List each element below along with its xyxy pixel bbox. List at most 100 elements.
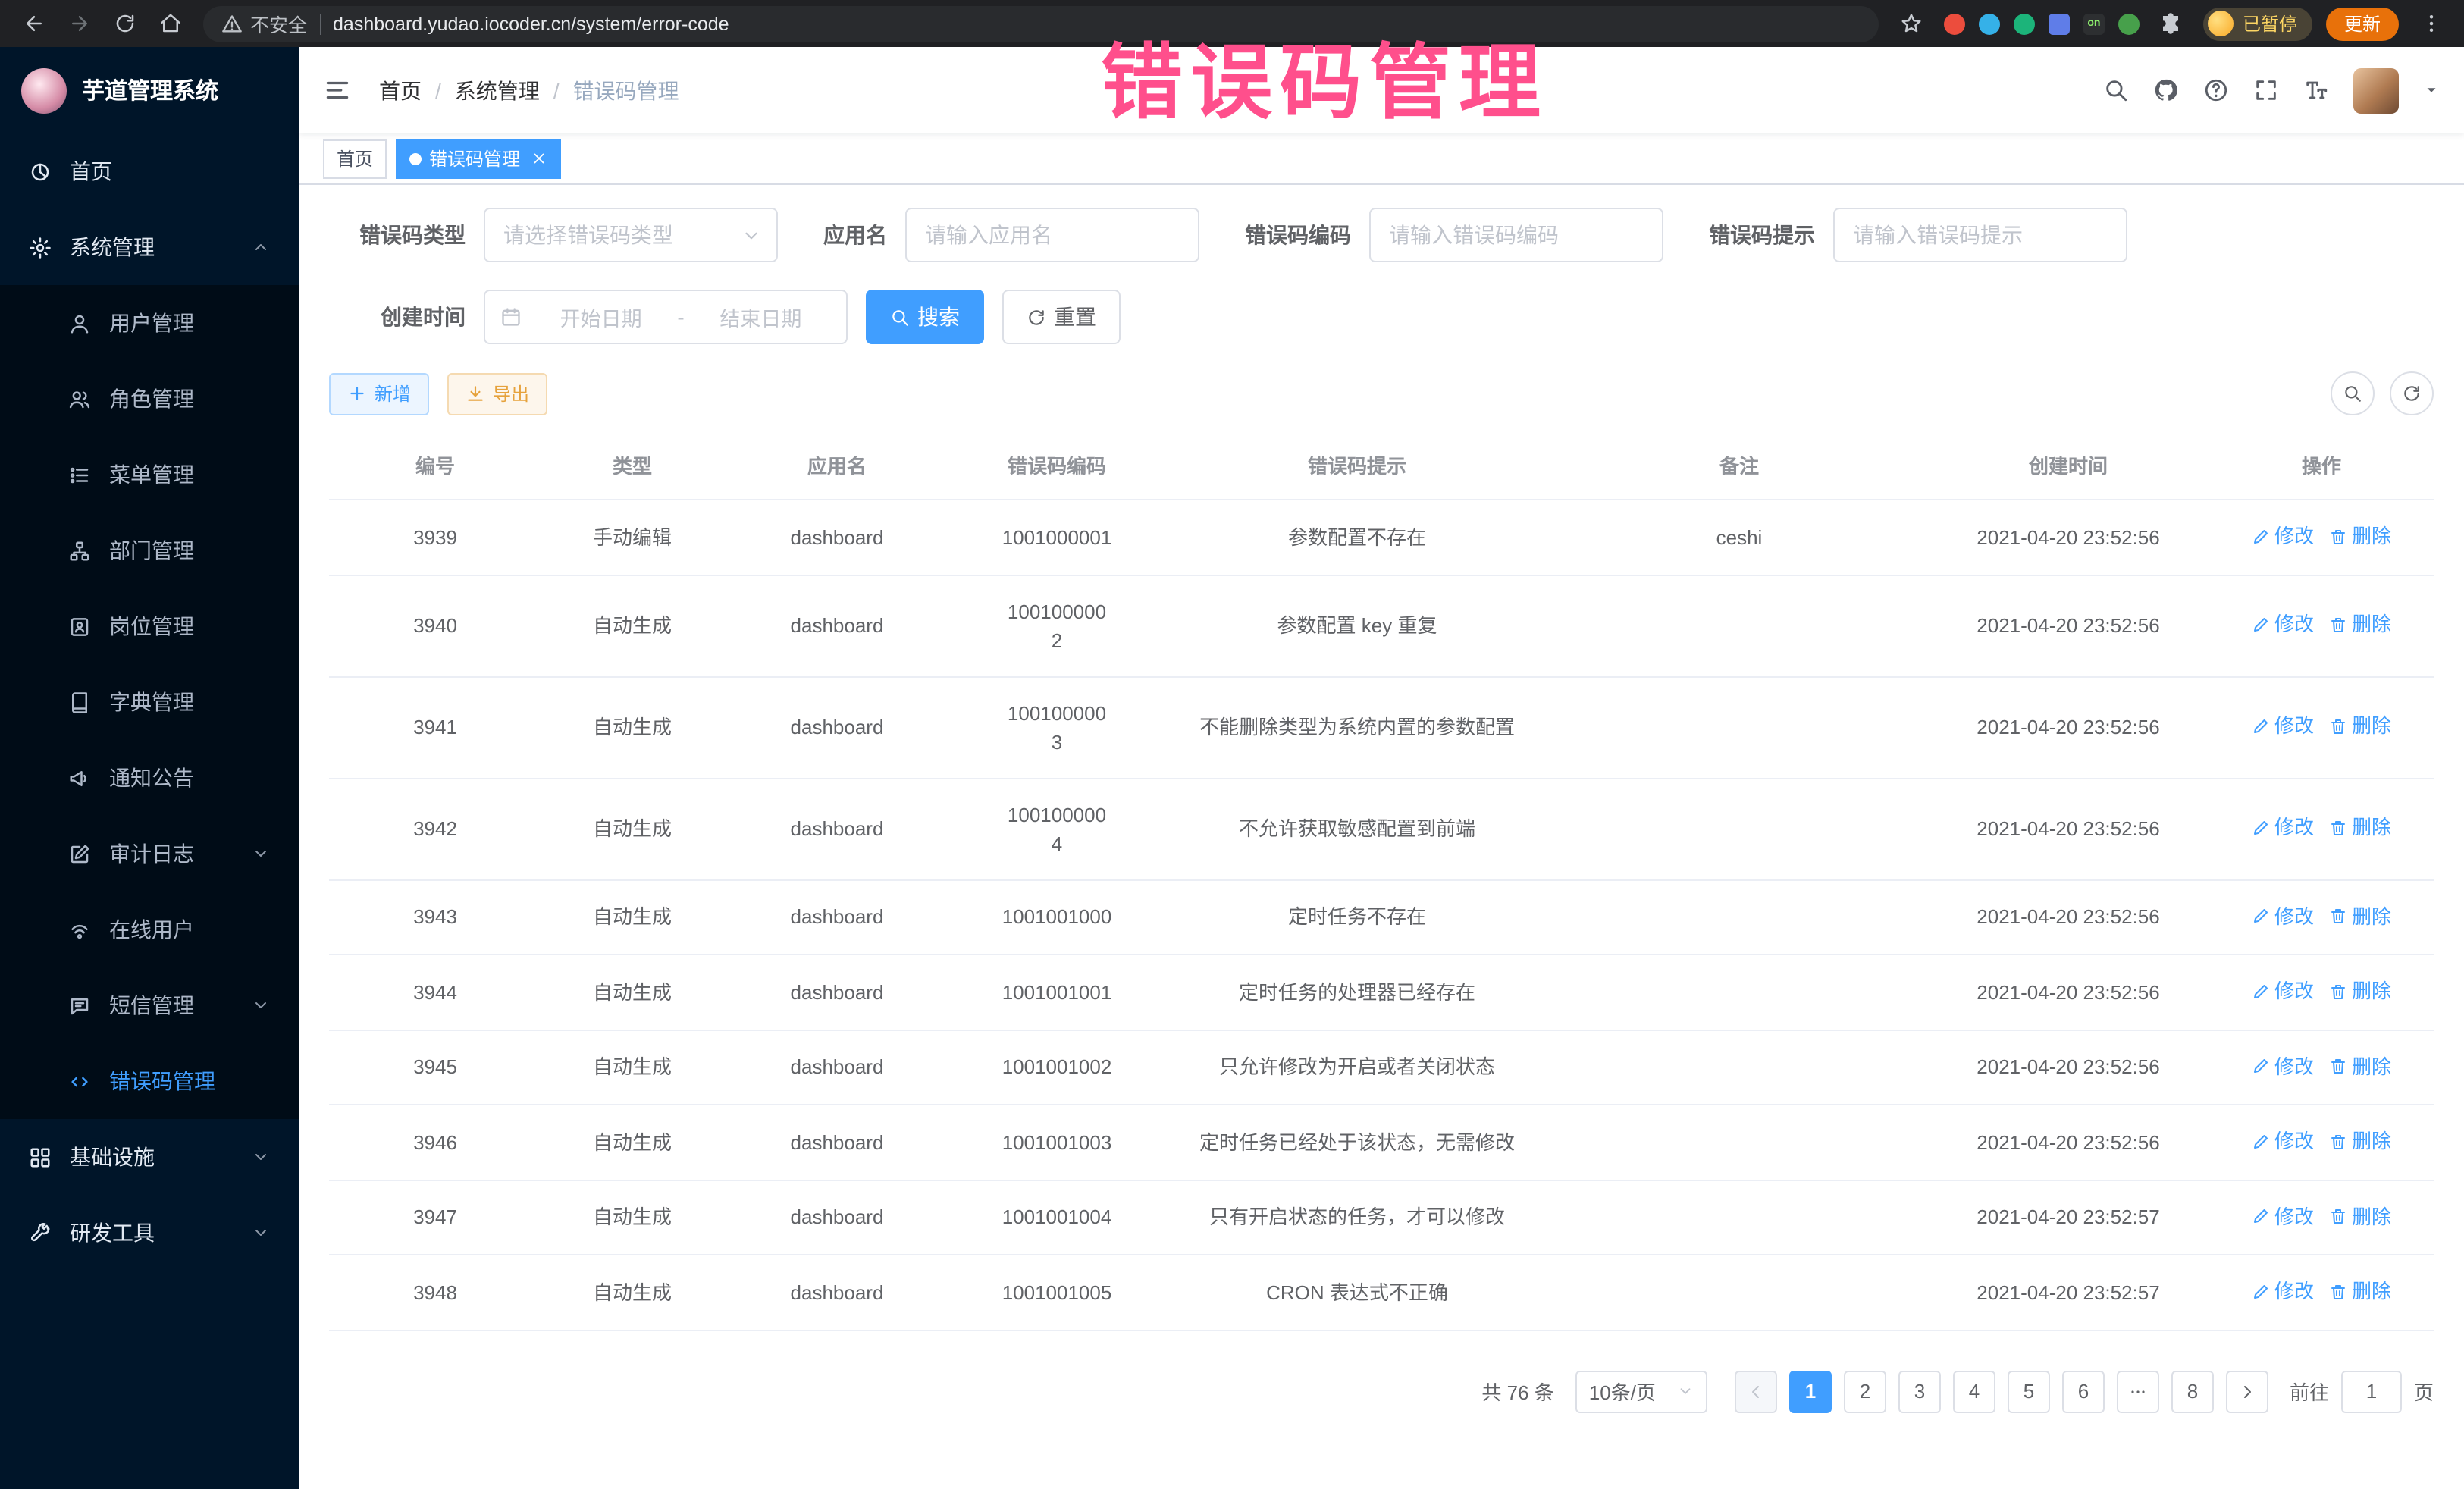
prev-page-button[interactable] bbox=[1735, 1370, 1777, 1412]
edit-link[interactable]: 修改 bbox=[2252, 1277, 2314, 1306]
table-row: 3943自动生成dashboard1001001000定时任务不存在2021-0… bbox=[329, 879, 2434, 955]
delete-link[interactable]: 删除 bbox=[2329, 1127, 2391, 1155]
edit-link[interactable]: 修改 bbox=[2252, 712, 2314, 741]
edit-link[interactable]: 修改 bbox=[2252, 1127, 2314, 1155]
sidebar-item-user-management[interactable]: 用户管理 bbox=[0, 285, 299, 361]
extension-red-circle[interactable] bbox=[1944, 13, 1965, 34]
page-button-6[interactable]: 6 bbox=[2062, 1370, 2105, 1412]
page-button-5[interactable]: 5 bbox=[2008, 1370, 2050, 1412]
sidebar-item-infrastructure[interactable]: 基础设施 bbox=[0, 1119, 299, 1195]
delete-link[interactable]: 删除 bbox=[2329, 813, 2391, 842]
sidebar-item-dept-management[interactable]: 部门管理 bbox=[0, 513, 299, 588]
pager-ellipsis[interactable] bbox=[2117, 1370, 2159, 1412]
extension-green-check-circle[interactable] bbox=[2014, 13, 2035, 34]
extension-on-badge[interactable]: on bbox=[2083, 13, 2105, 34]
delete-link[interactable]: 删除 bbox=[2329, 1202, 2391, 1230]
create-time-range-picker[interactable]: 开始日期 - 结束日期 bbox=[484, 290, 848, 344]
delete-link[interactable]: 删除 bbox=[2329, 901, 2391, 930]
app-title: 芋道管理系统 bbox=[82, 74, 218, 106]
page-size-select[interactable]: 10条/页 bbox=[1575, 1370, 1707, 1412]
goto-page-input[interactable] bbox=[2341, 1370, 2402, 1412]
edit-link[interactable]: 修改 bbox=[2252, 813, 2314, 842]
extension-blue-grid[interactable] bbox=[2049, 13, 2070, 34]
sidebar-item-sms-management[interactable]: 短信管理 bbox=[0, 967, 299, 1043]
search-button[interactable]: 搜索 bbox=[866, 290, 984, 344]
sidebar-item-dict-management[interactable]: 字典管理 bbox=[0, 664, 299, 740]
back-icon[interactable] bbox=[15, 5, 52, 42]
tab-label: 首页 bbox=[337, 146, 373, 171]
sidebar-item-system-management[interactable]: 系统管理 bbox=[0, 209, 299, 285]
sidebar-item-home[interactable]: 首页 bbox=[0, 133, 299, 209]
cell-actions: 修改删除 bbox=[2209, 1255, 2434, 1330]
cell-time: 2021-04-20 23:52:56 bbox=[1927, 955, 2209, 1030]
page-button-2[interactable]: 2 bbox=[1844, 1370, 1886, 1412]
delete-link[interactable]: 删除 bbox=[2329, 712, 2391, 741]
extensions-puzzle-icon[interactable] bbox=[2153, 5, 2190, 42]
page-button-1[interactable]: 1 bbox=[1789, 1370, 1832, 1412]
fullscreen-icon[interactable] bbox=[2253, 77, 2279, 103]
user-avatar[interactable] bbox=[2353, 67, 2399, 113]
error-type-select[interactable]: 请选择错误码类型 bbox=[484, 208, 778, 262]
delete-link[interactable]: 删除 bbox=[2329, 1277, 2391, 1306]
delete-link[interactable]: 删除 bbox=[2329, 1052, 2391, 1080]
sidebar-item-post-management[interactable]: 岗位管理 bbox=[0, 588, 299, 664]
app-name-input[interactable] bbox=[905, 208, 1199, 262]
tab-home[interactable]: 首页 bbox=[323, 139, 387, 178]
breadcrumb-item[interactable]: 首页 bbox=[379, 75, 422, 105]
tab-error-code-management[interactable]: 错误码管理 bbox=[396, 139, 561, 178]
header-search-icon[interactable] bbox=[2103, 77, 2129, 103]
font-size-icon[interactable] bbox=[2303, 77, 2329, 103]
add-button[interactable]: 新增 bbox=[329, 372, 429, 415]
error-hint-input[interactable] bbox=[1833, 208, 2127, 262]
chrome-menu-icon[interactable] bbox=[2412, 5, 2449, 42]
github-icon[interactable] bbox=[2153, 77, 2179, 103]
delete-icon bbox=[2329, 1207, 2347, 1225]
delete-icon bbox=[2329, 717, 2347, 735]
delete-link[interactable]: 删除 bbox=[2329, 610, 2391, 639]
toggle-search-button[interactable] bbox=[2331, 371, 2375, 415]
reset-button[interactable]: 重置 bbox=[1002, 290, 1121, 344]
edit-link[interactable]: 修改 bbox=[2252, 522, 2314, 550]
delete-icon bbox=[2329, 907, 2347, 925]
page-button-8[interactable]: 8 bbox=[2171, 1370, 2214, 1412]
edit-label: 修改 bbox=[2274, 610, 2314, 639]
sidebar-item-role-management[interactable]: 角色管理 bbox=[0, 361, 299, 437]
export-button[interactable]: 导出 bbox=[447, 372, 547, 415]
extension-green-leaf[interactable] bbox=[2118, 13, 2140, 34]
edit-link[interactable]: 修改 bbox=[2252, 976, 2314, 1005]
home-icon[interactable] bbox=[152, 5, 188, 42]
edit-link[interactable]: 修改 bbox=[2252, 1052, 2314, 1080]
error-code-input[interactable] bbox=[1369, 208, 1663, 262]
address-bar[interactable]: 不安全 dashboard.yudao.iocoder.cn/system/er… bbox=[203, 5, 1879, 42]
avatar-caret-down-icon[interactable] bbox=[2423, 82, 2440, 99]
bookmark-star-icon[interactable] bbox=[1894, 5, 1930, 42]
chevron-down-icon bbox=[252, 1148, 270, 1166]
edit-link[interactable]: 修改 bbox=[2252, 1202, 2314, 1230]
next-page-button[interactable] bbox=[2226, 1370, 2268, 1412]
page-button-3[interactable]: 3 bbox=[1898, 1370, 1941, 1412]
table-row: 3947自动生成dashboard1001001004只有开启状态的任务，才可以… bbox=[329, 1180, 2434, 1255]
edit-link[interactable]: 修改 bbox=[2252, 901, 2314, 930]
page-button-4[interactable]: 4 bbox=[1953, 1370, 1995, 1412]
chrome-update-button[interactable]: 更新 bbox=[2326, 7, 2399, 40]
breadcrumb-item[interactable]: 系统管理 bbox=[455, 75, 540, 105]
sidebar-item-menu-management[interactable]: 菜单管理 bbox=[0, 437, 299, 513]
app-logo[interactable]: 芋道管理系统 bbox=[0, 47, 299, 133]
tab-close-icon[interactable] bbox=[531, 150, 547, 167]
forward-icon[interactable] bbox=[61, 5, 97, 42]
sidebar-item-notice-announcement[interactable]: 通知公告 bbox=[0, 740, 299, 816]
sidebar-item-audit-log[interactable]: 审计日志 bbox=[0, 816, 299, 892]
reload-icon[interactable] bbox=[106, 5, 143, 42]
refresh-table-button[interactable] bbox=[2390, 371, 2434, 415]
sidebar-item-error-code-management[interactable]: 错误码管理 bbox=[0, 1043, 299, 1119]
delete-link[interactable]: 删除 bbox=[2329, 522, 2391, 550]
delete-link[interactable]: 删除 bbox=[2329, 976, 2391, 1005]
help-icon[interactable] bbox=[2203, 77, 2229, 103]
sidebar-toggle-icon[interactable] bbox=[323, 76, 352, 105]
extension-blue-drop[interactable] bbox=[1979, 13, 2000, 34]
profile-chip[interactable]: 已暂停 bbox=[2203, 7, 2312, 40]
sidebar-item-dev-tools[interactable]: 研发工具 bbox=[0, 1195, 299, 1271]
edit-link[interactable]: 修改 bbox=[2252, 610, 2314, 639]
table-row: 3946自动生成dashboard1001001003定时任务已经处于该状态，无… bbox=[329, 1105, 2434, 1180]
sidebar-item-online-users[interactable]: 在线用户 bbox=[0, 892, 299, 967]
